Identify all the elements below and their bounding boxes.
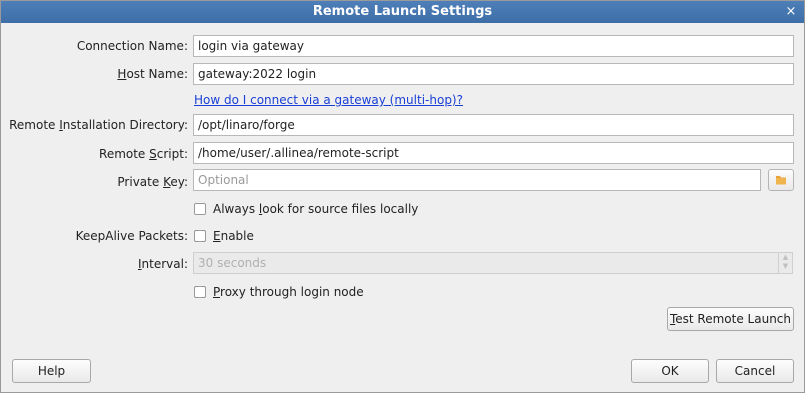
window-title: Remote Launch Settings [312, 4, 493, 19]
browse-key-button[interactable] [768, 169, 794, 191]
ok-button[interactable]: OK [631, 359, 709, 383]
help-button[interactable]: Help [12, 359, 91, 383]
keepalive-enable-label: Enable [213, 229, 254, 243]
close-icon[interactable]: × [784, 1, 798, 23]
proxy-label: Proxy through login node [213, 285, 364, 299]
cancel-button[interactable]: Cancel [716, 359, 794, 383]
host-name-label: Host Name: [117, 67, 188, 81]
install-dir-field[interactable]: /opt/linaro/forge [193, 114, 794, 136]
always-look-label: Always look for source files locally [213, 202, 419, 216]
connection-name-field[interactable]: login via gateway [193, 35, 794, 57]
spin-up-icon[interactable]: ▲ [779, 253, 792, 262]
always-look-checkbox[interactable] [194, 203, 206, 215]
remote-script-field[interactable]: /home/user/.allinea/remote-script [193, 142, 794, 164]
host-name-field[interactable]: gateway:2022 login [193, 63, 794, 85]
keepalive-row[interactable]: Enable [194, 228, 254, 244]
interval-label: Interval: [137, 257, 188, 271]
gateway-help-link[interactable]: How do I connect via a gateway (multi-ho… [194, 93, 463, 107]
proxy-row[interactable]: Proxy through login node [194, 284, 364, 300]
remote-script-label: Remote Script: [99, 147, 188, 161]
folder-icon [776, 176, 786, 185]
keepalive-enable-checkbox[interactable] [194, 230, 206, 242]
private-key-field[interactable]: Optional [193, 169, 761, 191]
keepalive-label: KeepAlive Packets: [75, 229, 188, 243]
title-bar: Remote Launch Settings × [1, 1, 804, 23]
spin-down-icon[interactable]: ▼ [779, 262, 792, 271]
proxy-checkbox[interactable] [194, 286, 206, 298]
test-remote-launch-button[interactable]: Test Remote Launch [667, 307, 794, 331]
remote-launch-settings-dialog: Remote Launch Settings × Connection Name… [0, 0, 805, 393]
private-key-label: Private Key: [117, 175, 188, 189]
install-dir-label: Remote Installation Directory: [9, 118, 188, 132]
always-look-row[interactable]: Always look for source files locally [194, 201, 418, 217]
interval-spin-buttons[interactable]: ▲ ▼ [778, 253, 792, 273]
interval-spinbox[interactable]: 30 seconds [193, 252, 793, 274]
connection-name-label: Connection Name: [76, 39, 188, 53]
